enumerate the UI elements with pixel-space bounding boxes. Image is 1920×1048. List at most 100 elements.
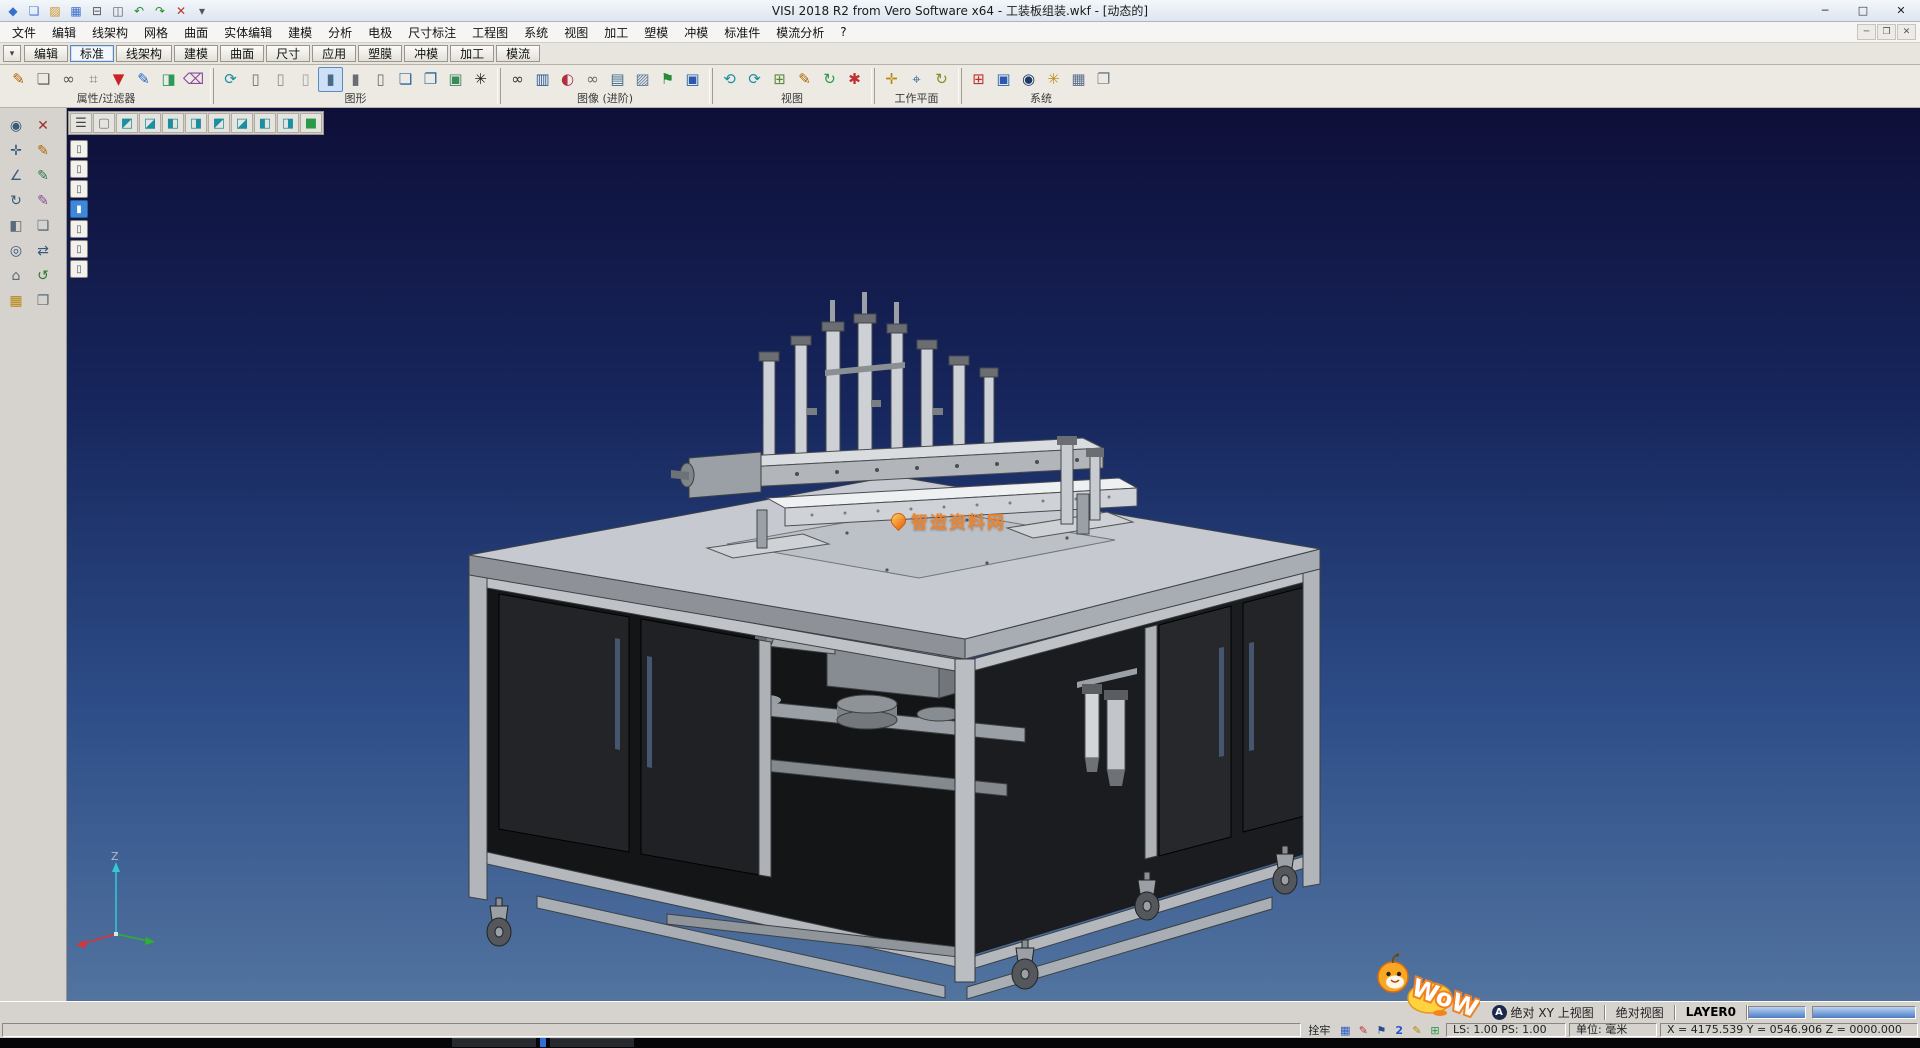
snap-node-icon[interactable]: ✛ xyxy=(4,139,28,163)
view-mode-segment[interactable]: 绝对视图 xyxy=(1606,1002,1674,1022)
menu-item-17[interactable]: 模流分析 xyxy=(768,23,832,42)
menu-item-8[interactable]: 电极 xyxy=(360,23,400,42)
maximize-button[interactable]: □ xyxy=(1844,0,1882,21)
section-bars-icon[interactable]: ▥ xyxy=(530,67,555,92)
box-display-icon[interactable]: ❏ xyxy=(393,67,418,92)
display-mode-5-icon[interactable]: ▯ xyxy=(70,220,88,238)
viewport[interactable]: Z ☰▢◩◪◧◨◩◪◧◨■ ▯▯▯▮▯▯▯ 智造资料网 xyxy=(67,108,1920,1001)
view-orientation-segment[interactable]: A 绝对 XY 上视图 xyxy=(1482,1002,1604,1022)
filter-half-icon[interactable]: ◨ xyxy=(156,67,181,92)
menu-item-9[interactable]: 尺寸标注 xyxy=(400,23,464,42)
hidden-line-display-icon[interactable]: ▯ xyxy=(268,67,293,92)
taskbar-window-2[interactable] xyxy=(550,1038,634,1047)
delete-icon[interactable]: ✕ xyxy=(171,2,191,20)
hatch-display-icon[interactable]: ▨ xyxy=(630,67,655,92)
style-brush-icon[interactable]: ✎ xyxy=(1409,1023,1425,1037)
redo-icon[interactable]: ↷ xyxy=(150,2,170,20)
workplane-status-icon[interactable]: ⊞ xyxy=(1427,1023,1443,1037)
hatch-pattern-icon[interactable]: ▦ xyxy=(4,289,28,313)
snap-lock-label[interactable]: 拴牢 xyxy=(1304,1022,1334,1038)
menu-item-10[interactable]: 工程图 xyxy=(464,23,516,42)
workplane-rotate-icon[interactable]: ↻ xyxy=(929,67,954,92)
monitor-icon[interactable]: ▣ xyxy=(991,67,1016,92)
attr-copy-icon[interactable]: ❏ xyxy=(31,67,56,92)
shaded-edge-display-icon[interactable]: ▮ xyxy=(343,67,368,92)
tab-模流[interactable]: 模流 xyxy=(496,45,540,62)
spin-view-icon[interactable]: ⟳ xyxy=(742,67,767,92)
tab-塑膜[interactable]: 塑膜 xyxy=(358,45,402,62)
zoom-select-icon[interactable]: ◉ xyxy=(4,114,28,138)
new-doc-icon[interactable]: ❏ xyxy=(24,2,44,20)
view-plane-icon[interactable]: ▢ xyxy=(93,113,115,133)
solid-cube-icon[interactable]: ◧ xyxy=(4,214,28,238)
sheet-doc-icon[interactable]: ❏ xyxy=(31,214,55,238)
menu-item-5[interactable]: 实体编辑 xyxy=(216,23,280,42)
save-icon[interactable]: ▦ xyxy=(66,2,86,20)
mark-pencil-icon[interactable]: ✎ xyxy=(31,189,55,213)
minimize-button[interactable]: ─ xyxy=(1806,0,1844,21)
undo-arrow-icon[interactable]: ↺ xyxy=(31,264,55,288)
display-mode-4-icon[interactable]: ▮ xyxy=(70,200,88,218)
workplane-axes-icon[interactable]: ✛ xyxy=(879,67,904,92)
menu-item-13[interactable]: 加工 xyxy=(596,23,636,42)
tab-dropdown-button[interactable]: ▾ xyxy=(3,45,21,62)
tab-应用[interactable]: 应用 xyxy=(312,45,356,62)
filter-clear-icon[interactable]: ⌫ xyxy=(181,67,206,92)
app-icon[interactable]: ◆ xyxy=(3,2,23,20)
top-view-icon[interactable]: ◩ xyxy=(208,113,230,133)
copy-sheet-icon[interactable]: ❐ xyxy=(31,289,55,313)
mdi-minimize-button[interactable]: ─ xyxy=(1857,24,1876,40)
color-palette-icon[interactable]: ⊞ xyxy=(966,67,991,92)
view-menu-icon[interactable]: ☰ xyxy=(70,113,92,133)
iso-view-nw-icon[interactable]: ◨ xyxy=(185,113,207,133)
grid-table-icon[interactable]: ▦ xyxy=(1066,67,1091,92)
tab-标准[interactable]: 标准 xyxy=(70,45,114,62)
refresh-view-icon[interactable]: ↻ xyxy=(817,67,842,92)
menu-item-18[interactable]: ? xyxy=(832,24,854,40)
shaded-cube-icon[interactable]: ■ xyxy=(300,113,322,133)
display-mode-7-icon[interactable]: ▯ xyxy=(70,260,88,278)
mdi-close-button[interactable]: ✕ xyxy=(1897,24,1916,40)
flag-check-icon[interactable]: ⚑ xyxy=(655,67,680,92)
ghost-display-icon[interactable]: ▯ xyxy=(293,67,318,92)
redraw-icon[interactable]: ⟳ xyxy=(218,67,243,92)
3d-model-scene[interactable]: Z xyxy=(67,108,1920,1001)
wire-mesh-icon[interactable]: ✳ xyxy=(468,67,493,92)
angle-measure-icon[interactable]: ∠ xyxy=(4,164,28,188)
menu-item-4[interactable]: 曲面 xyxy=(176,23,216,42)
filter-down-icon[interactable]: ▼ xyxy=(106,67,131,92)
filter-pen-icon[interactable]: ✎ xyxy=(131,67,156,92)
menu-item-15[interactable]: 冲模 xyxy=(676,23,716,42)
taskbar-window-1[interactable] xyxy=(452,1038,536,1047)
transparent-display-icon[interactable]: ▯ xyxy=(368,67,393,92)
tab-加工[interactable]: 加工 xyxy=(450,45,494,62)
menu-item-3[interactable]: 网格 xyxy=(136,23,176,42)
print-icon[interactable]: ⊟ xyxy=(87,2,107,20)
view-settings-icon[interactable]: ✱ xyxy=(842,67,867,92)
rotate-entity-icon[interactable]: ↻ xyxy=(4,189,28,213)
circle-entity-icon[interactable]: ◎ xyxy=(4,239,28,263)
globe-icon[interactable]: ◉ xyxy=(1016,67,1041,92)
autosave-icon[interactable]: ▦ xyxy=(1337,1023,1353,1037)
tab-冲模[interactable]: 冲模 xyxy=(404,45,448,62)
swap-icon[interactable]: ⇄ xyxy=(31,239,55,263)
xray-glasses-icon[interactable]: ∞ xyxy=(580,67,605,92)
side-view-icon[interactable]: ◧ xyxy=(254,113,276,133)
tab-线架构[interactable]: 线架构 xyxy=(116,45,172,62)
iso-view-se-icon[interactable]: ◪ xyxy=(139,113,161,133)
sketch-pencil-icon[interactable]: ✎ xyxy=(31,139,55,163)
menu-item-12[interactable]: 视图 xyxy=(556,23,596,42)
tab-建模[interactable]: 建模 xyxy=(174,45,218,62)
menu-item-7[interactable]: 分析 xyxy=(320,23,360,42)
annotate-pencil-icon[interactable]: ✎ xyxy=(792,67,817,92)
workplane-align-icon[interactable]: ⌖ xyxy=(904,67,929,92)
trim-icon[interactable]: ✕ xyxy=(31,114,55,138)
menu-item-11[interactable]: 系统 xyxy=(516,23,556,42)
group-display-icon[interactable]: ❐ xyxy=(418,67,443,92)
photo-render-icon[interactable]: ▣ xyxy=(680,67,705,92)
home-view-icon[interactable]: ⌂ xyxy=(4,264,28,288)
display-mode-1-icon[interactable]: ▯ xyxy=(70,140,88,158)
flag-status-icon[interactable]: ⚑ xyxy=(1373,1023,1389,1037)
tab-曲面[interactable]: 曲面 xyxy=(220,45,264,62)
attr-pen-icon[interactable]: ✎ xyxy=(6,67,31,92)
